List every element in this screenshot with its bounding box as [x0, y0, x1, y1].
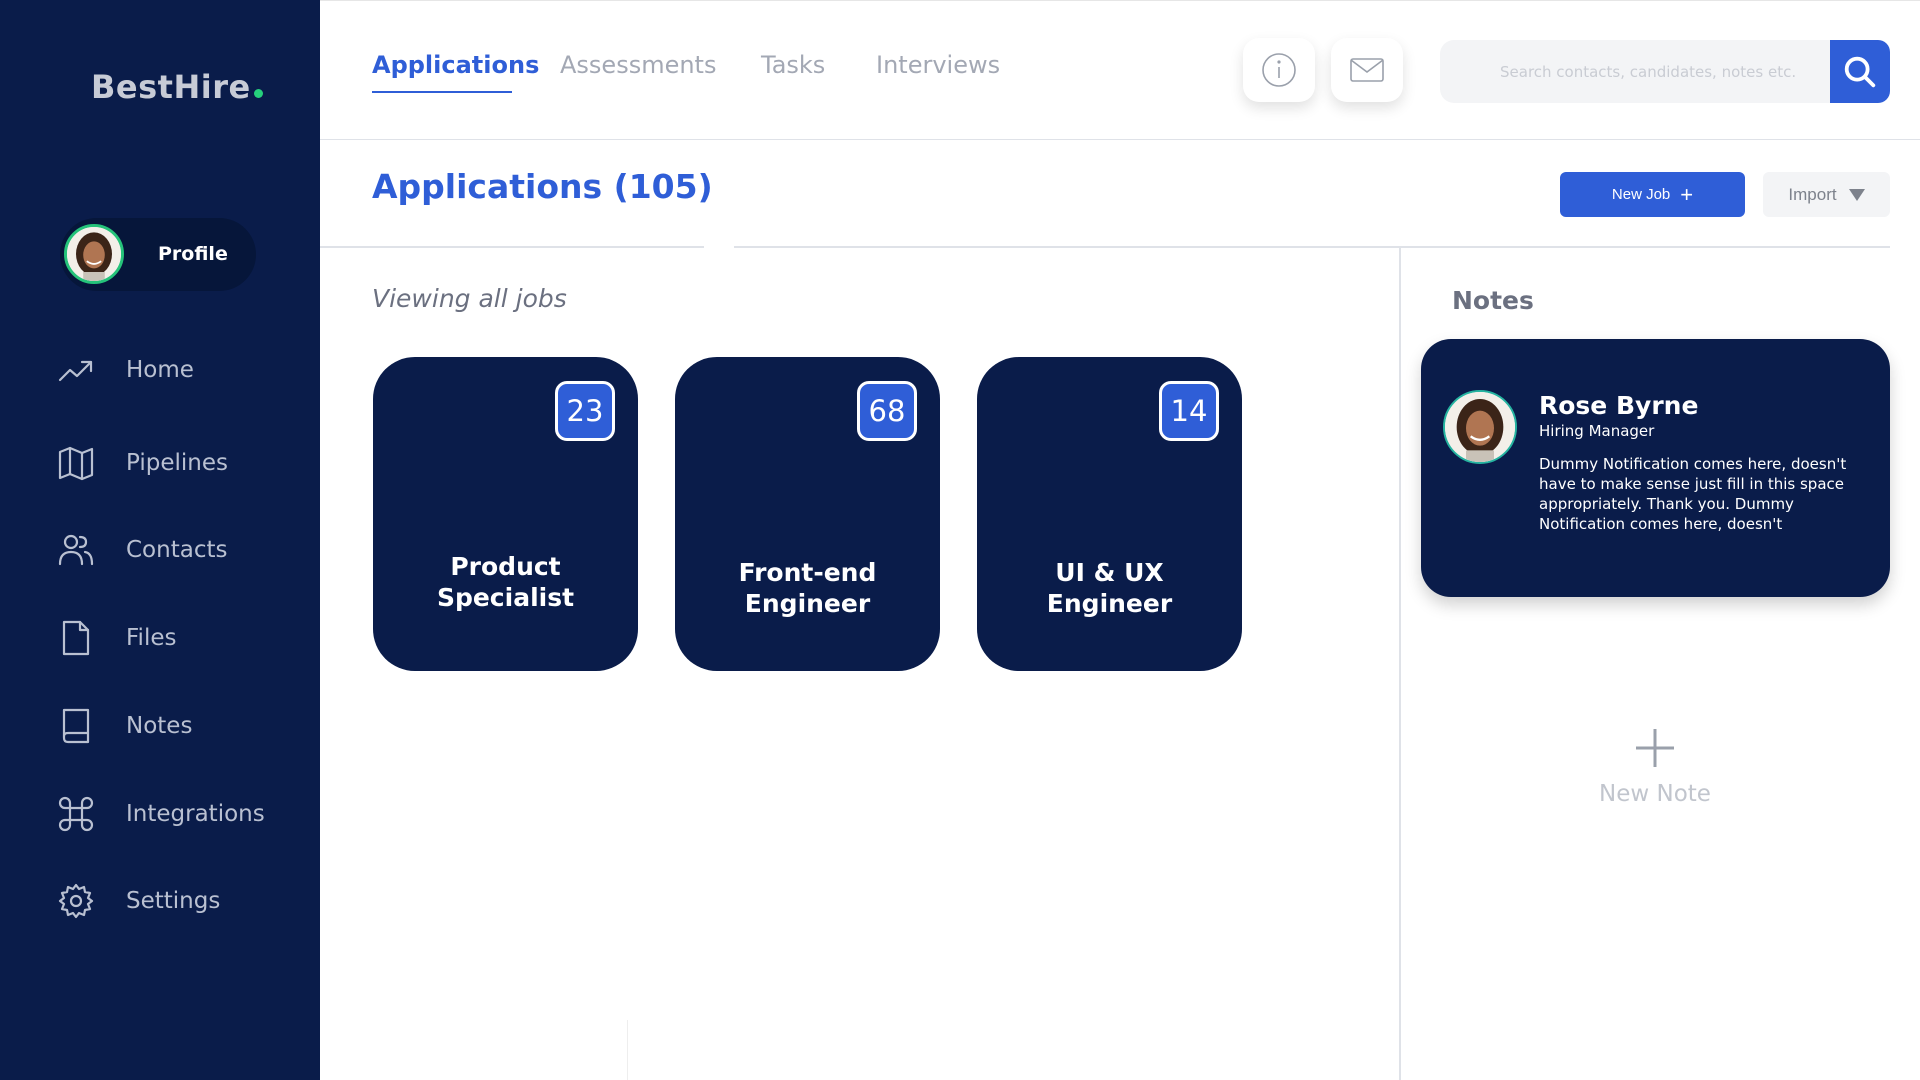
- info-button[interactable]: [1243, 38, 1315, 102]
- sidebar-item-files[interactable]: Files: [56, 618, 296, 658]
- avatar: [64, 224, 124, 284]
- brand-name: BestHire: [91, 68, 251, 106]
- sidebar-item-label: Contacts: [126, 537, 228, 563]
- search-icon: [1844, 56, 1876, 87]
- sidebar-item-label: Notes: [126, 713, 193, 739]
- tab-interviews[interactable]: Interviews: [876, 51, 1000, 79]
- sidebar-item-integrations[interactable]: Integrations: [56, 794, 296, 834]
- avatar: [1443, 390, 1517, 464]
- map-icon: [56, 443, 98, 483]
- new-job-button[interactable]: New Job +: [1560, 172, 1745, 217]
- job-title: Product Specialist: [436, 552, 575, 612]
- search-box: [1440, 40, 1832, 103]
- viewing-label: Viewing all jobs: [372, 284, 567, 313]
- new-note-label: New Note: [1599, 781, 1711, 807]
- divider: [320, 246, 704, 248]
- sidebar-item-contacts[interactable]: Contacts: [56, 530, 296, 570]
- sidebar-item-settings[interactable]: Settings: [56, 881, 296, 921]
- brand-dot: [253, 89, 263, 98]
- import-dropdown[interactable]: Import: [1763, 172, 1890, 217]
- gear-icon: [56, 881, 98, 921]
- mail-icon: [1350, 58, 1384, 82]
- sidebar: BestHire Profile Home Pipelines Contacts…: [0, 0, 320, 1080]
- job-count-badge: 68: [857, 381, 917, 441]
- note-card[interactable]: Rose Byrne Hiring Manager Dummy Notifica…: [1421, 339, 1890, 597]
- divider: [734, 246, 1890, 248]
- job-title: Front-end Engineer: [738, 558, 877, 618]
- sidebar-item-home[interactable]: Home: [56, 350, 296, 390]
- search-button[interactable]: [1830, 40, 1890, 103]
- job-card-product-specialist[interactable]: 23 Product Specialist: [373, 357, 638, 671]
- new-job-label: New Job: [1611, 186, 1671, 203]
- job-title: UI & UX Engineer: [1046, 558, 1173, 618]
- notes-heading: Notes: [1452, 286, 1534, 315]
- trending-up-icon: [56, 350, 98, 390]
- note-body: Dummy Notification comes here, doesn't h…: [1539, 455, 1847, 533]
- job-card-ui-ux-engineer[interactable]: 14 UI & UX Engineer: [977, 357, 1242, 671]
- file-icon: [56, 618, 98, 658]
- sidebar-item-label: Settings: [126, 888, 221, 914]
- sidebar-item-label: Home: [126, 357, 194, 383]
- caret-down-icon: [1848, 188, 1865, 201]
- mail-button[interactable]: [1331, 38, 1403, 102]
- new-note-button[interactable]: New Note: [1590, 725, 1720, 807]
- info-icon: [1262, 53, 1296, 87]
- sidebar-item-label: Files: [126, 625, 177, 651]
- tab-assessments[interactable]: Assessments: [560, 51, 716, 79]
- import-label: Import: [1788, 184, 1837, 204]
- note-author-role: Hiring Manager: [1539, 422, 1655, 440]
- job-card-front-end-engineer[interactable]: 68 Front-end Engineer: [675, 357, 940, 671]
- profile-button[interactable]: Profile: [60, 218, 256, 291]
- command-icon: [56, 794, 98, 834]
- profile-label: Profile: [158, 243, 228, 265]
- active-tab-indicator: [372, 91, 512, 93]
- sidebar-item-label: Pipelines: [126, 450, 228, 476]
- book-icon: [56, 706, 98, 746]
- plus-icon: [1636, 729, 1674, 767]
- search-input[interactable]: [1440, 40, 1832, 103]
- sidebar-item-pipelines[interactable]: Pipelines: [56, 443, 296, 483]
- plus-icon: +: [1680, 181, 1694, 207]
- note-author-name: Rose Byrne: [1539, 391, 1699, 420]
- tab-tasks[interactable]: Tasks: [761, 51, 825, 79]
- panel-divider: [1399, 246, 1401, 1080]
- sidebar-item-notes[interactable]: Notes: [56, 706, 296, 746]
- page-title: Applications (105): [372, 167, 713, 206]
- divider: [627, 1020, 628, 1080]
- tab-applications[interactable]: Applications: [372, 51, 539, 79]
- job-count-badge: 23: [555, 381, 615, 441]
- sidebar-item-label: Integrations: [126, 801, 265, 827]
- brand-logo[interactable]: BestHire: [91, 68, 263, 106]
- job-count-badge: 14: [1159, 381, 1219, 441]
- users-icon: [56, 530, 98, 570]
